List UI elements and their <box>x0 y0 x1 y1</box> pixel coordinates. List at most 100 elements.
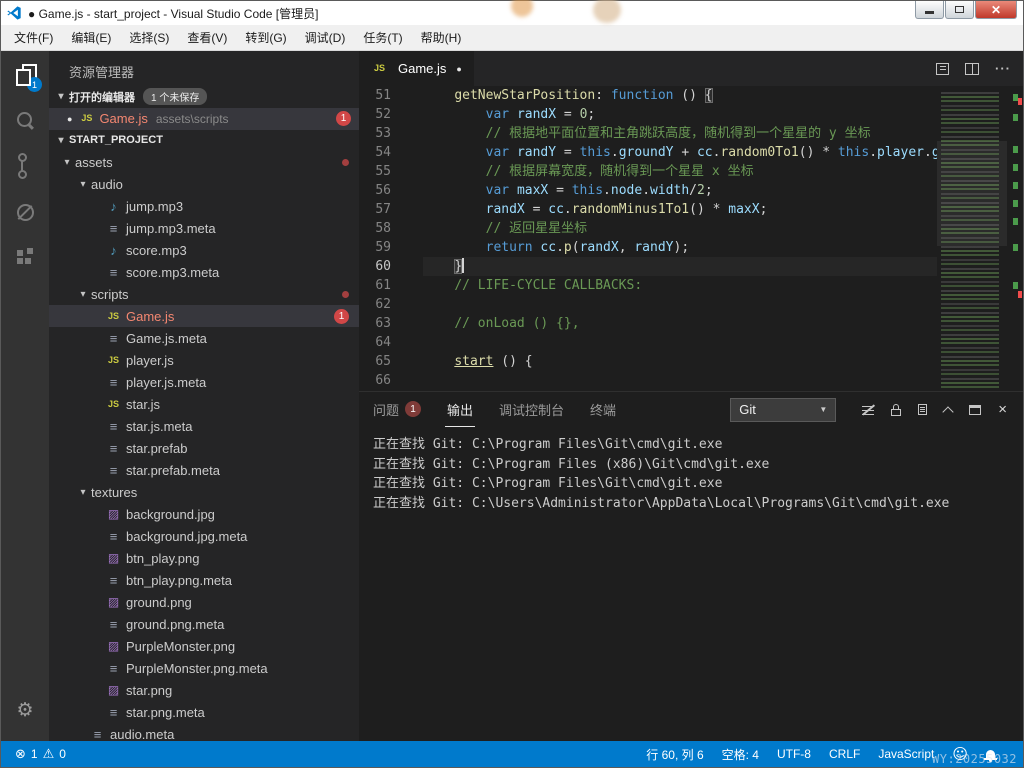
code-line[interactable]: // LIFE-CYCLE CALLBACKS: <box>423 276 937 295</box>
tree-item[interactable]: ≡jump.mp3.meta <box>49 217 359 239</box>
tree-item[interactable]: audio <box>49 173 359 195</box>
more-actions-icon[interactable]: ··· <box>995 61 1011 76</box>
tree-item[interactable]: ≡audio.meta <box>49 723 359 741</box>
tree-item[interactable]: ▨star.png <box>49 679 359 701</box>
encoding-setting[interactable]: UTF-8 <box>777 747 811 761</box>
feedback-smiley-icon[interactable]: ☺ <box>952 745 968 763</box>
eol-setting[interactable]: CRLF <box>829 747 860 761</box>
panel-tab[interactable]: 输出 <box>445 392 475 427</box>
close-panel-icon[interactable]: × <box>998 402 1007 417</box>
tree-item-label: star.prefab.meta <box>126 463 220 478</box>
panel-tab[interactable]: 调试控制台 <box>497 392 566 427</box>
autoscroll-lock-icon[interactable] <box>891 404 901 416</box>
search-icon <box>16 111 35 130</box>
tree-item[interactable]: ♪jump.mp3 <box>49 195 359 217</box>
tree-item[interactable]: scripts <box>49 283 359 305</box>
problems-indicator[interactable]: ⊗ 1 ⚠ 0 <box>11 747 70 762</box>
indentation-setting[interactable]: 空格: 4 <box>722 746 759 763</box>
open-log-file-icon[interactable] <box>918 404 927 415</box>
code-line[interactable] <box>423 333 937 352</box>
clear-output-icon[interactable] <box>862 405 874 415</box>
code-line[interactable] <box>423 295 937 314</box>
panel-tab[interactable]: 问题1 <box>371 392 423 427</box>
tree-item[interactable]: ≡star.js.meta <box>49 415 359 437</box>
tree-item[interactable]: ≡btn_play.png.meta <box>49 569 359 591</box>
open-changes-icon[interactable] <box>936 63 949 75</box>
tree-item[interactable]: ≡background.jpg.meta <box>49 525 359 547</box>
close-button[interactable]: ✕ <box>975 1 1017 19</box>
tree-item[interactable]: ≡score.mp3.meta <box>49 261 359 283</box>
code-line[interactable]: // 根据地平面位置和主角跳跃高度，随机得到一个星星的 y 坐标 <box>423 124 937 143</box>
code-line[interactable]: var maxX = this.node.width/2; <box>423 181 937 200</box>
line-number: 52 <box>359 105 391 124</box>
notifications-bell-icon[interactable] <box>986 747 995 761</box>
code-line[interactable]: return cc.p(randX, randY); <box>423 238 937 257</box>
code-line[interactable]: // 根据屏幕宽度，随机得到一个星星 x 坐标 <box>423 162 937 181</box>
screen-artifact <box>593 0 621 23</box>
code-line[interactable]: var randY = this.groundY + cc.random0To1… <box>423 143 937 162</box>
tree-item[interactable]: ≡PurpleMonster.png.meta <box>49 657 359 679</box>
search-activity-button[interactable] <box>1 97 49 143</box>
cursor-position[interactable]: 行 60, 列 6 <box>646 746 703 763</box>
tree-item[interactable]: ≡ground.png.meta <box>49 613 359 635</box>
tree-item[interactable]: JSplayer.js <box>49 349 359 371</box>
tree-item-label: player.js <box>126 353 174 368</box>
code-lines[interactable]: getNewStarPosition: function () { var ra… <box>405 86 937 391</box>
menu-item[interactable]: 转到(G) <box>236 25 295 51</box>
tree-item[interactable]: JSGame.js1 <box>49 305 359 327</box>
menu-item[interactable]: 选择(S) <box>120 25 178 51</box>
code-line[interactable]: start () { <box>423 352 937 371</box>
tree-item[interactable]: assets <box>49 151 359 173</box>
minimize-button[interactable] <box>915 1 944 19</box>
code-line[interactable]: // 返回星星坐标 <box>423 219 937 238</box>
tree-item[interactable]: ≡player.js.meta <box>49 371 359 393</box>
open-editors-header[interactable]: 打开的编辑器 1 个未保存 <box>49 86 359 108</box>
settings-button[interactable]: ⚙ <box>1 687 49 733</box>
tree-item[interactable]: ▨ground.png <box>49 591 359 613</box>
menu-item[interactable]: 任务(T) <box>354 25 411 51</box>
tree-item-label: star.png <box>126 683 172 698</box>
code-line[interactable]: getNewStarPosition: function () { <box>423 86 937 105</box>
tree-item[interactable]: ▨PurpleMonster.png <box>49 635 359 657</box>
project-root-header[interactable]: START_PROJECT <box>49 130 359 152</box>
tab-gamejs[interactable]: JS Game.js ● <box>359 51 474 86</box>
tree-item[interactable]: ≡Game.js.meta <box>49 327 359 349</box>
tree-item[interactable]: ▨btn_play.png <box>49 547 359 569</box>
extensions-activity-button[interactable] <box>1 235 49 281</box>
unsaved-count-badge: 1 个未保存 <box>143 88 207 105</box>
tree-item[interactable]: ≡star.png.meta <box>49 701 359 723</box>
menu-item[interactable]: 查看(V) <box>178 25 236 51</box>
code-editor[interactable]: 51525354555657585960616263646566 getNewS… <box>359 86 1023 391</box>
debug-activity-button[interactable] <box>1 189 49 235</box>
bottom-panel: 问题1输出调试控制台终端 Git ▼ × 正在查找 G <box>359 391 1023 741</box>
code-line[interactable]: // onLoad () {}, <box>423 314 937 333</box>
line-number: 61 <box>359 276 391 295</box>
code-line[interactable]: randX = cc.randomMinus1To1() * maxX; <box>423 200 937 219</box>
menu-item[interactable]: 调试(D) <box>296 25 355 51</box>
maximize-panel-chevron-icon[interactable] <box>944 404 952 416</box>
tree-item[interactable]: ≡star.prefab.meta <box>49 459 359 481</box>
code-line[interactable]: } <box>423 257 937 276</box>
menu-item[interactable]: 编辑(E) <box>62 25 120 51</box>
dirty-dot-icon: ● <box>456 64 461 74</box>
menu-item[interactable]: 帮助(H) <box>412 25 471 51</box>
explorer-activity-button[interactable]: 1 <box>1 51 49 97</box>
code-line[interactable] <box>423 371 937 390</box>
open-editor-item[interactable]: ● JS Game.js assets\scripts 1 <box>49 108 359 130</box>
source-control-activity-button[interactable] <box>1 143 49 189</box>
tree-item[interactable]: ▨background.jpg <box>49 503 359 525</box>
maximize-button[interactable] <box>945 1 974 19</box>
tree-item[interactable]: JSstar.js <box>49 393 359 415</box>
tree-item[interactable]: ♪score.mp3 <box>49 239 359 261</box>
split-editor-icon[interactable] <box>965 63 979 75</box>
panel-tab[interactable]: 终端 <box>588 392 618 427</box>
tree-item[interactable]: ≡star.prefab <box>49 437 359 459</box>
minimap-slider[interactable] <box>937 141 1007 246</box>
toggle-panel-icon[interactable] <box>969 405 981 415</box>
language-mode[interactable]: JavaScript <box>878 747 934 761</box>
output-log[interactable]: 正在查找 Git: C:\Program Files\Git\cmd\git.e… <box>359 427 1023 513</box>
tree-item[interactable]: textures <box>49 481 359 503</box>
menu-item[interactable]: 文件(F) <box>5 25 62 51</box>
code-line[interactable]: var randX = 0; <box>423 105 937 124</box>
output-channel-select[interactable]: Git ▼ <box>730 398 836 422</box>
